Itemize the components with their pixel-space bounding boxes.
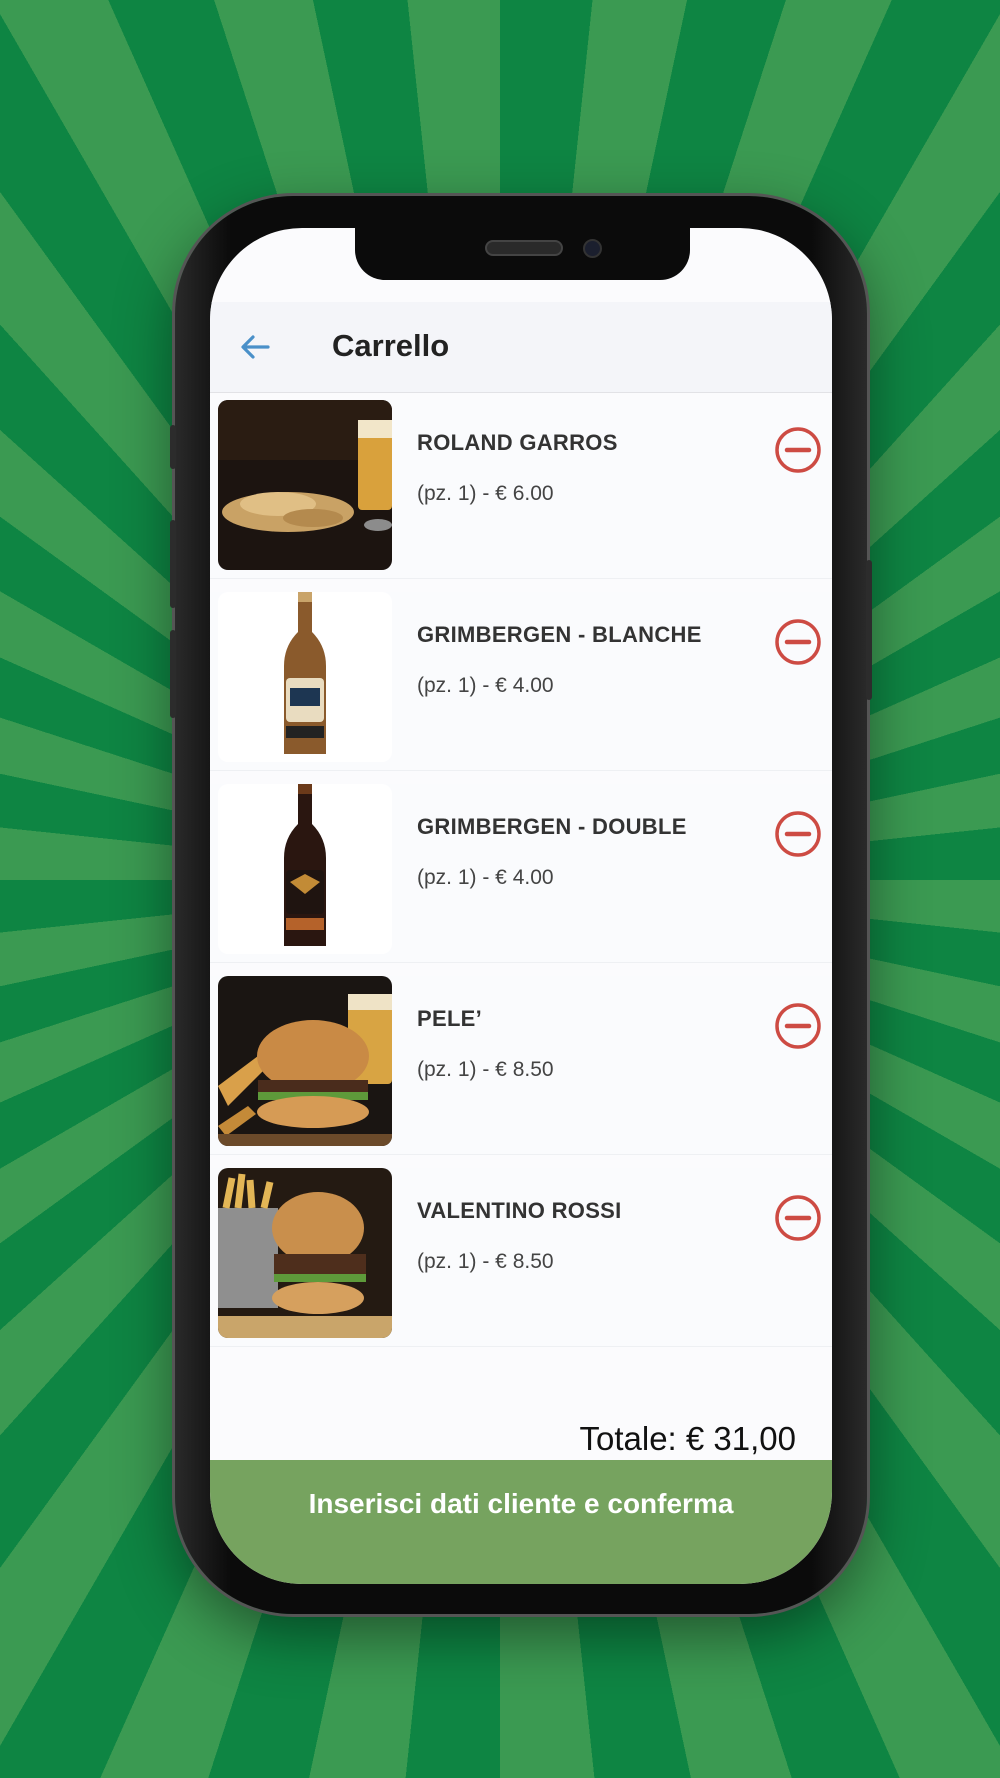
item-quantity-price: (pz. 1) - € 4.00 (417, 674, 554, 697)
minus-circle-icon[interactable] (773, 1193, 823, 1243)
item-quantity-price: (pz. 1) - € 6.00 (417, 482, 554, 505)
phone-volume-down (170, 630, 176, 718)
item-quantity-price: (pz. 1) - € 8.50 (417, 1058, 554, 1081)
cart-total: Totale: € 31,00 (579, 1420, 797, 1457)
minus-circle-icon[interactable] (773, 617, 823, 667)
app-screen: Carrello ROLAND GARROS (pz. 1) - € 6.00 (210, 228, 832, 1584)
confirm-order-button[interactable]: Inserisci dati cliente e conferma (210, 1460, 832, 1584)
cart-item: PELE’ (pz. 1) - € 8.50 (210, 976, 832, 1155)
arrow-left-icon[interactable] (238, 330, 272, 364)
phone-power-button (866, 560, 872, 700)
item-name: PELE’ (417, 1006, 483, 1031)
item-name: GRIMBERGEN - BLANCHE (417, 622, 702, 647)
beer-bottle-blanche-image (218, 592, 392, 762)
burger-with-fries-image (218, 976, 392, 1146)
phone-silent-switch (170, 425, 176, 469)
minus-circle-icon[interactable] (773, 1001, 823, 1051)
minus-circle-icon[interactable] (773, 809, 823, 859)
cart-item: ROLAND GARROS (pz. 1) - € 6.00 (210, 400, 832, 579)
minus-circle-icon[interactable] (773, 425, 823, 475)
cart-item: VALENTINO ROSSI (pz. 1) - € 8.50 (210, 1168, 832, 1347)
item-quantity-price: (pz. 1) - € 4.00 (417, 866, 554, 889)
phone-volume-up (170, 520, 176, 608)
item-name: GRIMBERGEN - DOUBLE (417, 814, 687, 839)
item-quantity-price: (pz. 1) - € 8.50 (417, 1250, 554, 1273)
phone-speaker (485, 240, 563, 256)
burger-with-fries-basket-image (218, 1168, 392, 1338)
beer-bottle-double-image (218, 784, 392, 954)
app-bar: Carrello (210, 302, 832, 393)
page-title: Carrello (332, 328, 450, 363)
chips-and-beer-image (218, 400, 392, 570)
cart-item: GRIMBERGEN - BLANCHE (pz. 1) - € 4.00 (210, 592, 832, 771)
item-name: VALENTINO ROSSI (417, 1198, 622, 1223)
phone-camera (583, 239, 602, 258)
cart-item: GRIMBERGEN - DOUBLE (pz. 1) - € 4.00 (210, 784, 832, 963)
item-name: ROLAND GARROS (417, 430, 618, 455)
